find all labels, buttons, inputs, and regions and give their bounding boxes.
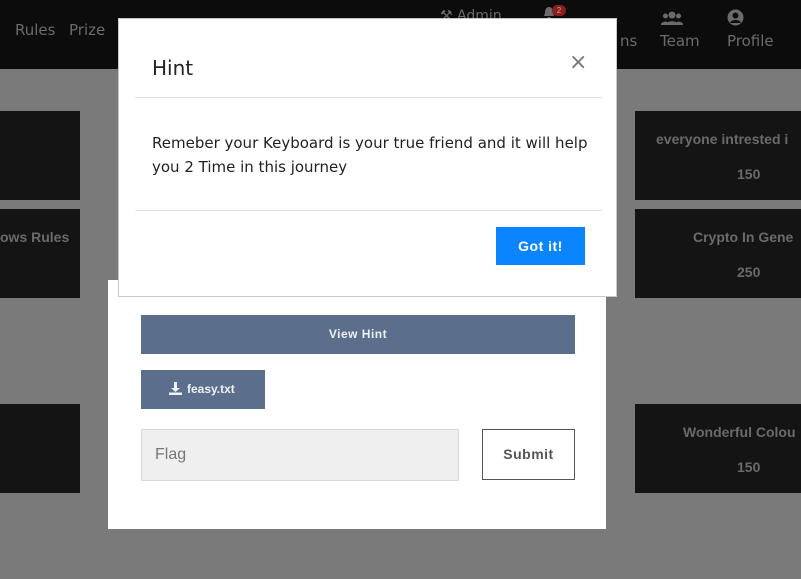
challenge-points: 150 bbox=[737, 459, 761, 475]
divider bbox=[135, 210, 602, 211]
divider bbox=[135, 97, 602, 98]
challenge-card[interactable]: Crypto In Gene 250 bbox=[635, 209, 801, 298]
view-hint-button[interactable]: View Hint bbox=[141, 315, 575, 354]
hint-modal-title: Hint bbox=[152, 56, 194, 80]
file-name-label: feasy.txt bbox=[187, 382, 235, 396]
hint-text: Remeber your Keyboard is your true frien… bbox=[152, 134, 588, 176]
user-circle-icon bbox=[727, 9, 744, 31]
challenge-points: 150 bbox=[737, 166, 761, 182]
challenge-title: everyone intrested i bbox=[656, 131, 789, 147]
challenge-card[interactable]: ows Rules bbox=[0, 209, 80, 298]
challenge-card[interactable] bbox=[0, 111, 80, 200]
challenge-title: Wonderful Colou bbox=[683, 424, 796, 440]
flag-input[interactable] bbox=[141, 429, 459, 481]
download-file-button[interactable]: feasy.txt bbox=[141, 370, 265, 409]
nav-prizes-link[interactable]: Prize bbox=[69, 21, 105, 39]
close-icon[interactable]: × bbox=[569, 52, 587, 74]
challenge-title: ows Rules bbox=[0, 229, 70, 245]
challenge-title: Crypto In Gene bbox=[693, 229, 794, 245]
nav-notifications-link[interactable]: ns bbox=[620, 32, 637, 50]
challenge-card[interactable]: everyone intrested i 150 bbox=[635, 111, 801, 200]
download-icon bbox=[169, 382, 182, 395]
nav-rules-link[interactable]: Rules bbox=[15, 21, 55, 39]
challenge-card[interactable] bbox=[0, 404, 80, 493]
got-it-button[interactable]: Got it! bbox=[496, 227, 585, 265]
challenge-card[interactable]: Wonderful Colou 150 bbox=[635, 404, 801, 493]
nav-team-link[interactable]: Team bbox=[660, 32, 700, 50]
challenge-points: 250 bbox=[737, 264, 761, 280]
notification-badge: 2 bbox=[552, 5, 566, 16]
nav-profile-link[interactable]: Profile bbox=[727, 32, 774, 50]
users-icon bbox=[661, 10, 683, 31]
submit-button[interactable]: Submit bbox=[482, 429, 575, 480]
hint-modal: Hint × Remeber your Keyboard is your tru… bbox=[118, 18, 617, 297]
